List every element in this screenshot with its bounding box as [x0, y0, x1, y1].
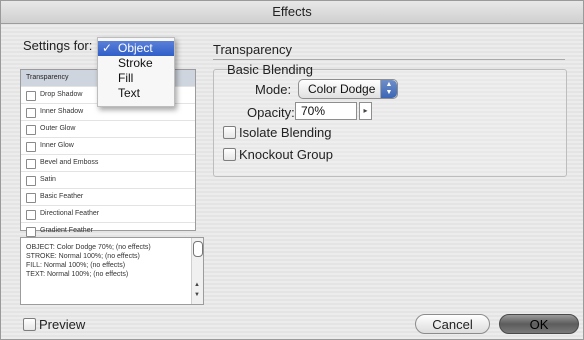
- group-title: Basic Blending: [227, 62, 313, 77]
- effect-item-directional-feather[interactable]: Directional Feather: [21, 206, 195, 223]
- summary-line-stroke: STROKE: Normal 100%; (no effects): [26, 253, 140, 260]
- mode-select[interactable]: Color Dodge ▲ ▼: [298, 79, 398, 99]
- opacity-slider-button[interactable]: ▸: [359, 102, 372, 120]
- checkmark-icon: ✓: [102, 41, 113, 55]
- summary-line-text: TEXT: Normal 100%; (no effects): [26, 271, 129, 278]
- settings-for-label: Settings for:: [23, 38, 93, 53]
- effect-item-label: Outer Glow: [40, 125, 76, 132]
- settings-option-label: Object: [118, 41, 153, 55]
- preview-checkbox[interactable]: [23, 318, 36, 331]
- effect-item-inner-glow[interactable]: Inner Glow: [21, 138, 195, 155]
- isolate-blending-label: Isolate Blending: [239, 125, 332, 140]
- popup-down-arrow-icon: ▼: [385, 89, 393, 96]
- settings-option-fill[interactable]: Fill: [98, 71, 174, 86]
- effect-checkbox[interactable]: [26, 193, 36, 203]
- effects-summary-box: OBJECT: Color Dodge 70%; (no effects) ST…: [20, 237, 204, 305]
- effect-item-label: Basic Feather: [40, 193, 84, 200]
- effect-item-label: Inner Glow: [40, 142, 74, 149]
- preview-label: Preview: [39, 317, 86, 332]
- slider-arrow-icon: ▸: [363, 106, 368, 115]
- summary-line-fill: FILL: Normal 100%; (no effects): [26, 262, 126, 269]
- effects-dialog: Effects Settings for: ✓ Object Stroke Fi…: [0, 0, 584, 340]
- settings-option-label: Fill: [118, 71, 134, 85]
- settings-option-label: Text: [118, 86, 141, 100]
- scroll-thumb[interactable]: [193, 241, 203, 257]
- effect-checkbox[interactable]: [26, 159, 36, 169]
- mode-value: Color Dodge: [308, 82, 376, 96]
- settings-for-dropdown-menu[interactable]: ✓ Object Stroke Fill Text: [97, 37, 175, 107]
- effect-item-label: Satin: [40, 176, 56, 183]
- effect-checkbox[interactable]: [26, 91, 36, 101]
- window-title: Effects: [1, 1, 583, 24]
- summary-scrollbar[interactable]: ▲ ▼: [191, 238, 203, 304]
- knockout-group-label: Knockout Group: [239, 147, 333, 162]
- cancel-button[interactable]: Cancel: [415, 314, 490, 334]
- isolate-blending-checkbox[interactable]: [223, 126, 236, 139]
- scroll-down-arrow-icon[interactable]: ▼: [194, 292, 200, 298]
- popup-stepper-icon: ▲ ▼: [380, 80, 397, 98]
- settings-option-label: Stroke: [118, 56, 153, 70]
- summary-text: OBJECT: Color Dodge 70%; (no effects) ST…: [26, 243, 151, 279]
- effect-item-gradient-feather[interactable]: Gradient Feather: [21, 223, 195, 237]
- section-divider: [213, 59, 565, 60]
- opacity-label: Opacity:: [247, 105, 295, 120]
- effect-item-label: Transparency: [26, 74, 69, 81]
- effect-checkbox[interactable]: [26, 142, 36, 152]
- effect-item-bevel-and-emboss[interactable]: Bevel and Emboss: [21, 155, 195, 172]
- effect-checkbox[interactable]: [26, 108, 36, 118]
- ok-button[interactable]: OK: [499, 314, 579, 334]
- popup-up-arrow-icon: ▲: [385, 81, 393, 88]
- section-title: Transparency: [213, 42, 292, 57]
- effect-checkbox[interactable]: [26, 176, 36, 186]
- effect-item-label: Inner Shadow: [40, 108, 84, 115]
- settings-option-object[interactable]: ✓ Object: [98, 41, 174, 56]
- effect-item-satin[interactable]: Satin: [21, 172, 195, 189]
- effect-item-label: Directional Feather: [40, 210, 100, 217]
- effect-item-label: Bevel and Emboss: [40, 159, 99, 166]
- effect-item-basic-feather[interactable]: Basic Feather: [21, 189, 195, 206]
- scroll-up-arrow-icon[interactable]: ▲: [194, 282, 200, 288]
- effect-item-outer-glow[interactable]: Outer Glow: [21, 121, 195, 138]
- settings-option-stroke[interactable]: Stroke: [98, 56, 174, 71]
- opacity-field[interactable]: [295, 102, 357, 120]
- effect-item-label: Drop Shadow: [40, 91, 83, 98]
- knockout-group-checkbox[interactable]: [223, 148, 236, 161]
- settings-option-text[interactable]: Text: [98, 86, 174, 101]
- summary-line-object: OBJECT: Color Dodge 70%; (no effects): [26, 244, 151, 251]
- mode-label: Mode:: [255, 82, 292, 97]
- effect-checkbox[interactable]: [26, 125, 36, 135]
- effect-checkbox[interactable]: [26, 227, 36, 237]
- effect-checkbox[interactable]: [26, 210, 36, 220]
